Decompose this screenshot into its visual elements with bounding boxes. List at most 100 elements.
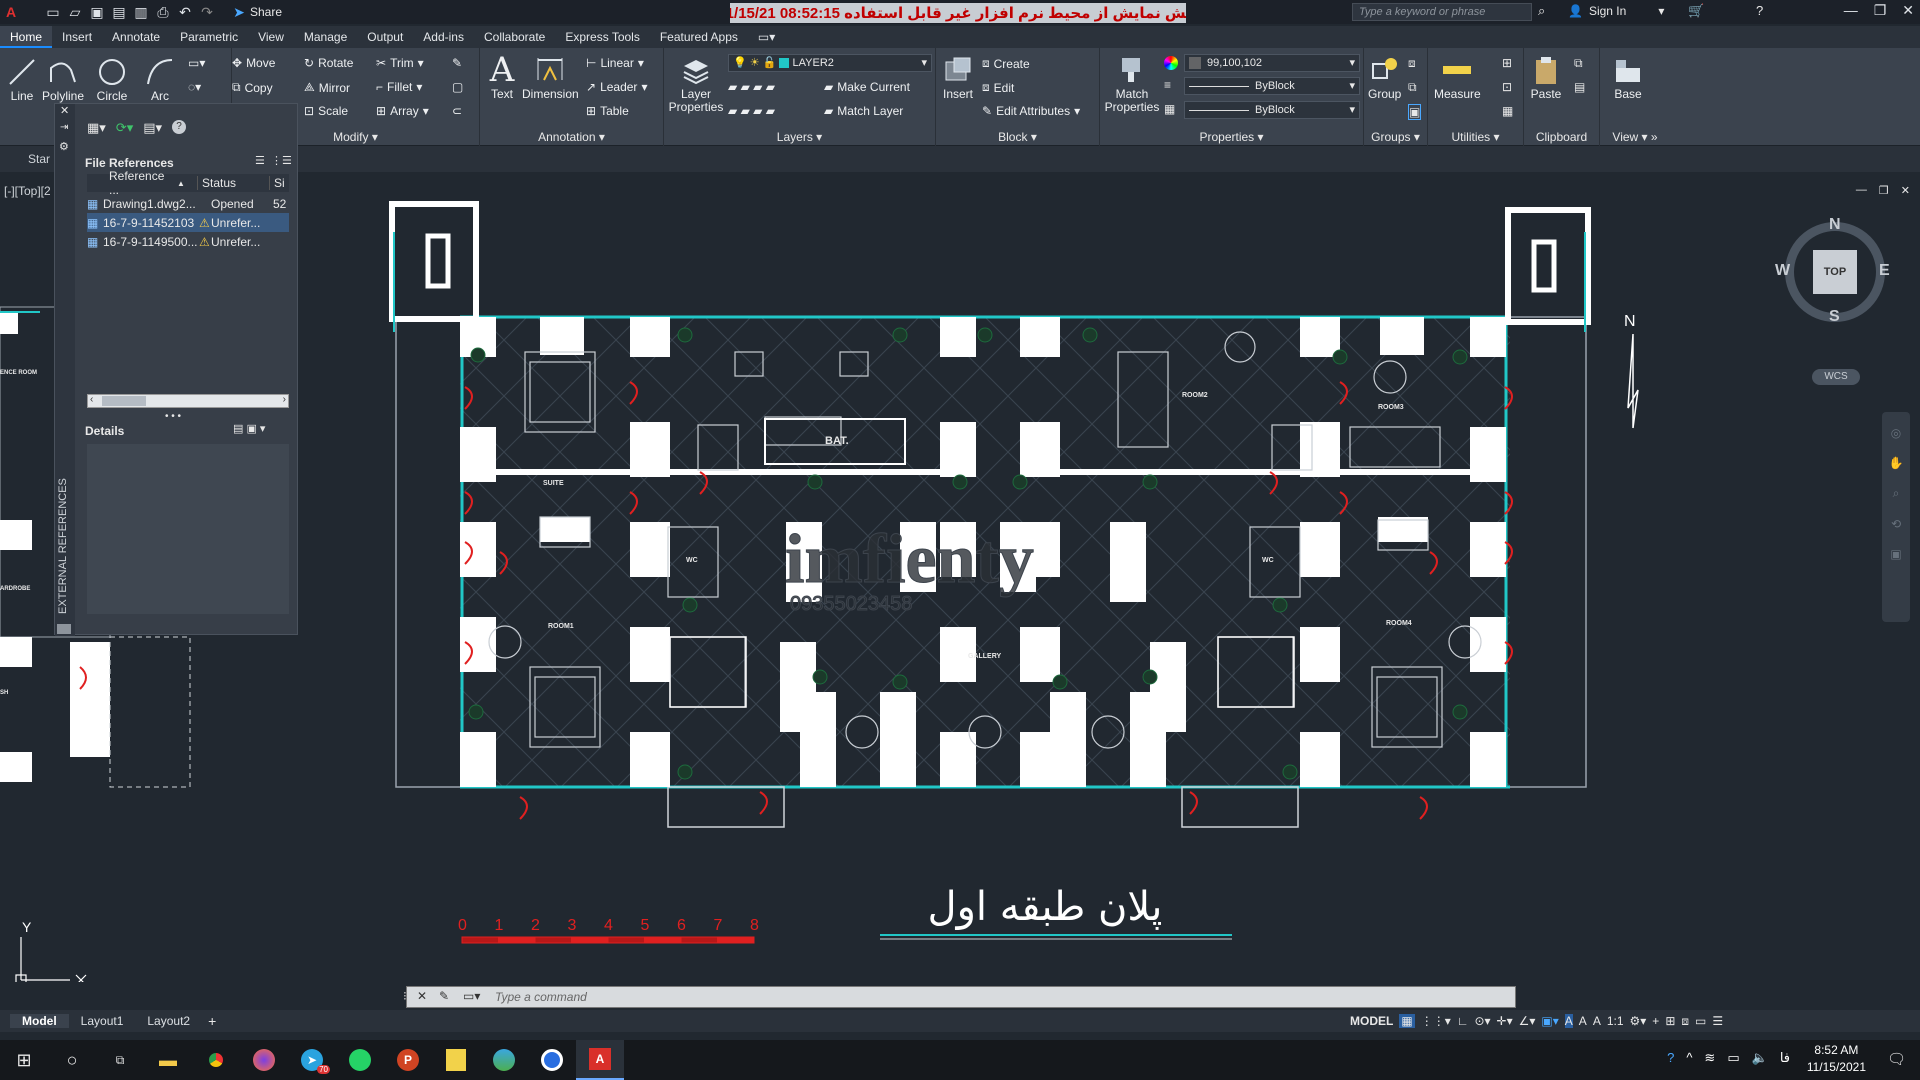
xref-row[interactable]: ▦ Drawing1.dwg2... Opened 52 — [87, 194, 289, 213]
offset-icon[interactable]: ⊂ — [452, 104, 462, 118]
pan-icon[interactable]: ✋ — [1882, 456, 1910, 470]
isolate-icon[interactable]: ⊞ — [1665, 1014, 1675, 1028]
column-status[interactable]: Status — [197, 176, 269, 190]
firefox-icon[interactable] — [240, 1040, 288, 1080]
tab-express-tools[interactable]: Express Tools — [555, 26, 649, 48]
layout-tab-layout1[interactable]: Layout1 — [69, 1014, 136, 1028]
copy-button[interactable]: ⧉ Copy — [232, 80, 273, 95]
ribbon-options-icon[interactable]: ▭▾ — [748, 26, 785, 48]
column-reference[interactable]: Reference ... — [87, 169, 177, 197]
splitter-grip[interactable]: • • • — [165, 411, 181, 422]
color-dropdown[interactable]: 99,100,102 ▾ — [1184, 54, 1360, 72]
windows-start-icon[interactable]: ⊞ — [0, 1040, 48, 1080]
command-line[interactable]: ⁝ ✕ ✎ ▭▾ Type a command — [403, 986, 1516, 1008]
calculator-icon[interactable]: ▦ — [1502, 104, 1513, 118]
list-view-icon[interactable]: ☰ — [255, 154, 265, 167]
layer-tools-row2[interactable]: ▰ ▰ ▰ ▰ — [728, 104, 775, 118]
leader-button[interactable]: ↗ Leader ▾ — [586, 80, 647, 94]
properties-panel-label[interactable]: Properties ▾ — [1100, 130, 1363, 144]
attach-icon[interactable]: ▦▾ — [87, 120, 106, 136]
restore-icon[interactable]: ❐ — [1874, 2, 1887, 19]
hatch-icon[interactable]: ◌▾ — [188, 80, 201, 94]
help-icon[interactable]: ? — [1756, 3, 1763, 18]
save-icon[interactable]: ▣ — [86, 1, 108, 23]
erase-icon[interactable]: ✎ — [452, 56, 462, 70]
search-input[interactable]: Type a keyword or phrase — [1352, 3, 1532, 21]
selection-cycling-icon[interactable]: ▣▾ — [1541, 1014, 1558, 1028]
add-layout-icon[interactable]: + — [208, 1013, 216, 1029]
ortho-icon[interactable]: ∟ — [1457, 1014, 1469, 1028]
start-tab[interactable]: Star — [28, 152, 50, 166]
command-history-icon[interactable]: ▭▾ — [463, 989, 480, 1003]
groups-panel-label[interactable]: Groups ▾ — [1364, 130, 1427, 144]
text-button[interactable]: A Text — [486, 53, 518, 101]
wifi-icon[interactable]: ≋ — [1704, 1050, 1715, 1066]
wcs-menu[interactable]: WCS — [1812, 369, 1860, 385]
make-current-button[interactable]: ▰ Make Current — [824, 80, 910, 94]
tab-output[interactable]: Output — [357, 26, 413, 48]
file-explorer-icon[interactable]: ▬ — [144, 1040, 192, 1080]
column-size[interactable]: Si — [269, 176, 285, 190]
telegram-icon[interactable]: ➤ 70 — [288, 1040, 336, 1080]
help-tray-icon[interactable]: ? — [1667, 1050, 1674, 1066]
share-icon[interactable]: ➤ — [228, 1, 250, 23]
volume-icon[interactable]: 🔈 — [1752, 1050, 1768, 1066]
cut-clip-icon[interactable]: ▤ — [1574, 80, 1585, 94]
view-panel-label[interactable]: View ▾ » — [1600, 130, 1670, 144]
rectangle-icon[interactable]: ▭▾ — [188, 56, 205, 70]
powerpoint-icon[interactable]: P — [384, 1040, 432, 1080]
edit-button[interactable]: ⧈ Edit — [982, 80, 1014, 95]
whatsapp-icon[interactable] — [336, 1040, 384, 1080]
clean-screen-icon[interactable]: ▭ — [1695, 1014, 1706, 1028]
tab-manage[interactable]: Manage — [294, 26, 357, 48]
close-icon[interactable]: ✕ — [1902, 2, 1914, 19]
paste-button[interactable]: Paste — [1530, 54, 1562, 101]
xref-row[interactable]: ▦ 16-7-9-1149500... ⚠ Unrefer... — [87, 232, 289, 251]
camera-app-icon[interactable] — [528, 1040, 576, 1080]
workspace-gear-icon[interactable]: ⚙▾ — [1630, 1014, 1647, 1028]
zoom-icon[interactable]: ⌕ — [1882, 486, 1910, 501]
refresh-icon[interactable]: ⟳▾ — [116, 120, 133, 136]
layer-dropdown[interactable]: 💡 ☀ 🔓 LAYER2 ▾ — [728, 54, 932, 72]
explode-icon[interactable]: ▢ — [452, 80, 463, 94]
minimize-icon[interactable]: — — [1844, 2, 1858, 19]
create-button[interactable]: ⧈ Create — [982, 56, 1030, 71]
xref-help-icon[interactable]: ? — [172, 120, 187, 134]
layer-properties-button[interactable]: Layer Properties — [668, 54, 724, 114]
annotation-visibility-icon[interactable]: A — [1564, 1014, 1573, 1028]
arc-button[interactable]: Arc — [144, 56, 176, 103]
redo-icon[interactable]: ↷ — [196, 1, 218, 23]
chrome-icon[interactable] — [192, 1040, 240, 1080]
command-close-icon[interactable]: ✕ — [417, 989, 427, 1003]
table-button[interactable]: ⊞ Table — [586, 104, 629, 118]
new-icon[interactable]: ▭ — [42, 1, 64, 23]
plus-icon[interactable]: + — [1652, 1014, 1659, 1028]
compass-e[interactable]: E — [1879, 262, 1890, 280]
lineweight-dropdown[interactable]: ByBlock ▾ — [1184, 101, 1360, 119]
share-button[interactable]: Share — [250, 5, 282, 19]
edit-attributes-button[interactable]: ✎ Edit Attributes ▾ — [982, 104, 1080, 118]
tab-insert[interactable]: Insert — [52, 26, 102, 48]
circle-button[interactable]: Circle — [96, 56, 128, 103]
compass-w[interactable]: W — [1775, 262, 1790, 280]
navigation-bar[interactable]: ◎ ✋ ⌕ ⟲ ▣ — [1882, 412, 1910, 622]
save-as-icon[interactable]: ▤ — [108, 1, 130, 23]
snap-icon[interactable]: ⋮⋮▾ — [1421, 1014, 1451, 1028]
palette-properties-icon[interactable]: ⚙ — [59, 140, 69, 153]
details-view-icons[interactable]: ▤ ▣ ▾ — [233, 422, 265, 435]
block-panel-label[interactable]: Block ▾ — [936, 130, 1099, 144]
array-button[interactable]: ⊞ Array ▾ — [376, 104, 429, 118]
app-menu-icon[interactable]: A — [0, 1, 22, 23]
viewcube[interactable]: TOP N S E W — [1775, 212, 1895, 332]
network-icon[interactable]: ▭ — [1727, 1050, 1739, 1066]
search-icon[interactable]: ⌕ — [1538, 3, 1545, 19]
showmotion-icon[interactable]: ▣ — [1882, 547, 1910, 561]
tray-chevron-icon[interactable]: ^ — [1686, 1050, 1692, 1066]
command-grip-icon[interactable]: ⁝ — [403, 989, 407, 1003]
scroll-left-icon[interactable]: ‹ — [90, 394, 93, 405]
group-select-icon[interactable]: ▣ — [1408, 104, 1422, 120]
cart-icon[interactable]: 🛒 — [1688, 3, 1704, 19]
model-space-button[interactable]: MODEL — [1350, 1014, 1393, 1028]
insert-button[interactable]: Insert — [942, 54, 974, 101]
compass-s[interactable]: S — [1829, 308, 1840, 326]
